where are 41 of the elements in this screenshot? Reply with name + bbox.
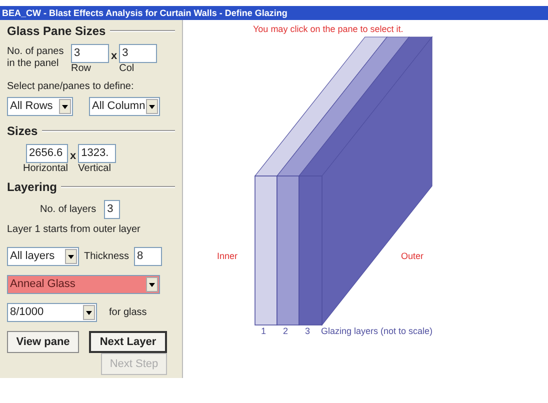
layer-note: Layer 1 starts from outer layer bbox=[7, 223, 142, 237]
layer-number: 3 bbox=[305, 325, 310, 338]
drawing-caption: Glazing layers (not to scale) bbox=[321, 325, 433, 338]
dropdown[interactable]: 8/1000 bbox=[7, 303, 97, 322]
hint-text: You may click on the pane to select it. bbox=[253, 23, 404, 36]
caret-icon bbox=[65, 249, 77, 264]
inner-label: Inner bbox=[217, 250, 238, 263]
dropdown[interactable]: All Column bbox=[89, 97, 160, 116]
select-label: Select pane/panes to define: bbox=[7, 80, 135, 94]
col-caption: Col bbox=[119, 63, 136, 74]
input-field[interactable]: 2656.6 bbox=[26, 144, 68, 163]
input-field[interactable]: 1323. bbox=[78, 144, 116, 163]
section-title: Glass Pane Sizes bbox=[7, 23, 106, 40]
section-title: Sizes bbox=[7, 123, 38, 140]
horizontal-caption: Horizontal bbox=[23, 163, 68, 174]
window-title: BEA_CW - Blast Effects Analysis for Curtain Walls - Define Glazing bbox=[0, 6, 548, 20]
outer-label: Outer bbox=[401, 250, 424, 263]
caret-icon bbox=[146, 99, 158, 114]
input-field[interactable]: 3 bbox=[104, 200, 120, 219]
caret-icon bbox=[83, 305, 95, 320]
ratio-label: for glass bbox=[109, 306, 147, 320]
caret-icon bbox=[146, 277, 158, 292]
dropdown[interactable]: Anneal Glass bbox=[7, 275, 160, 294]
input-field[interactable]: 8 bbox=[134, 247, 162, 266]
layer-number: 2 bbox=[283, 325, 288, 338]
times-sign: x bbox=[111, 49, 118, 64]
section-title: Layering bbox=[7, 179, 58, 196]
vertical-caption: Vertical bbox=[78, 163, 112, 174]
dropdown[interactable]: All Rows bbox=[7, 97, 73, 116]
caret-icon bbox=[59, 99, 71, 114]
action-button[interactable]: View pane bbox=[7, 331, 79, 353]
dropdown[interactable]: All layers bbox=[7, 247, 79, 266]
thickness-label: Thickness bbox=[84, 250, 130, 264]
panes-label: No. of panes in the panel bbox=[7, 46, 65, 70]
row-caption: Row bbox=[71, 63, 92, 74]
action-button[interactable]: Next Layer bbox=[89, 331, 167, 353]
input-field[interactable]: 3 bbox=[119, 44, 158, 63]
input-field[interactable]: 3 bbox=[71, 44, 109, 63]
layer-number: 1 bbox=[261, 325, 266, 338]
times-sign: x bbox=[70, 149, 76, 164]
layers-label: No. of layers bbox=[40, 203, 96, 217]
